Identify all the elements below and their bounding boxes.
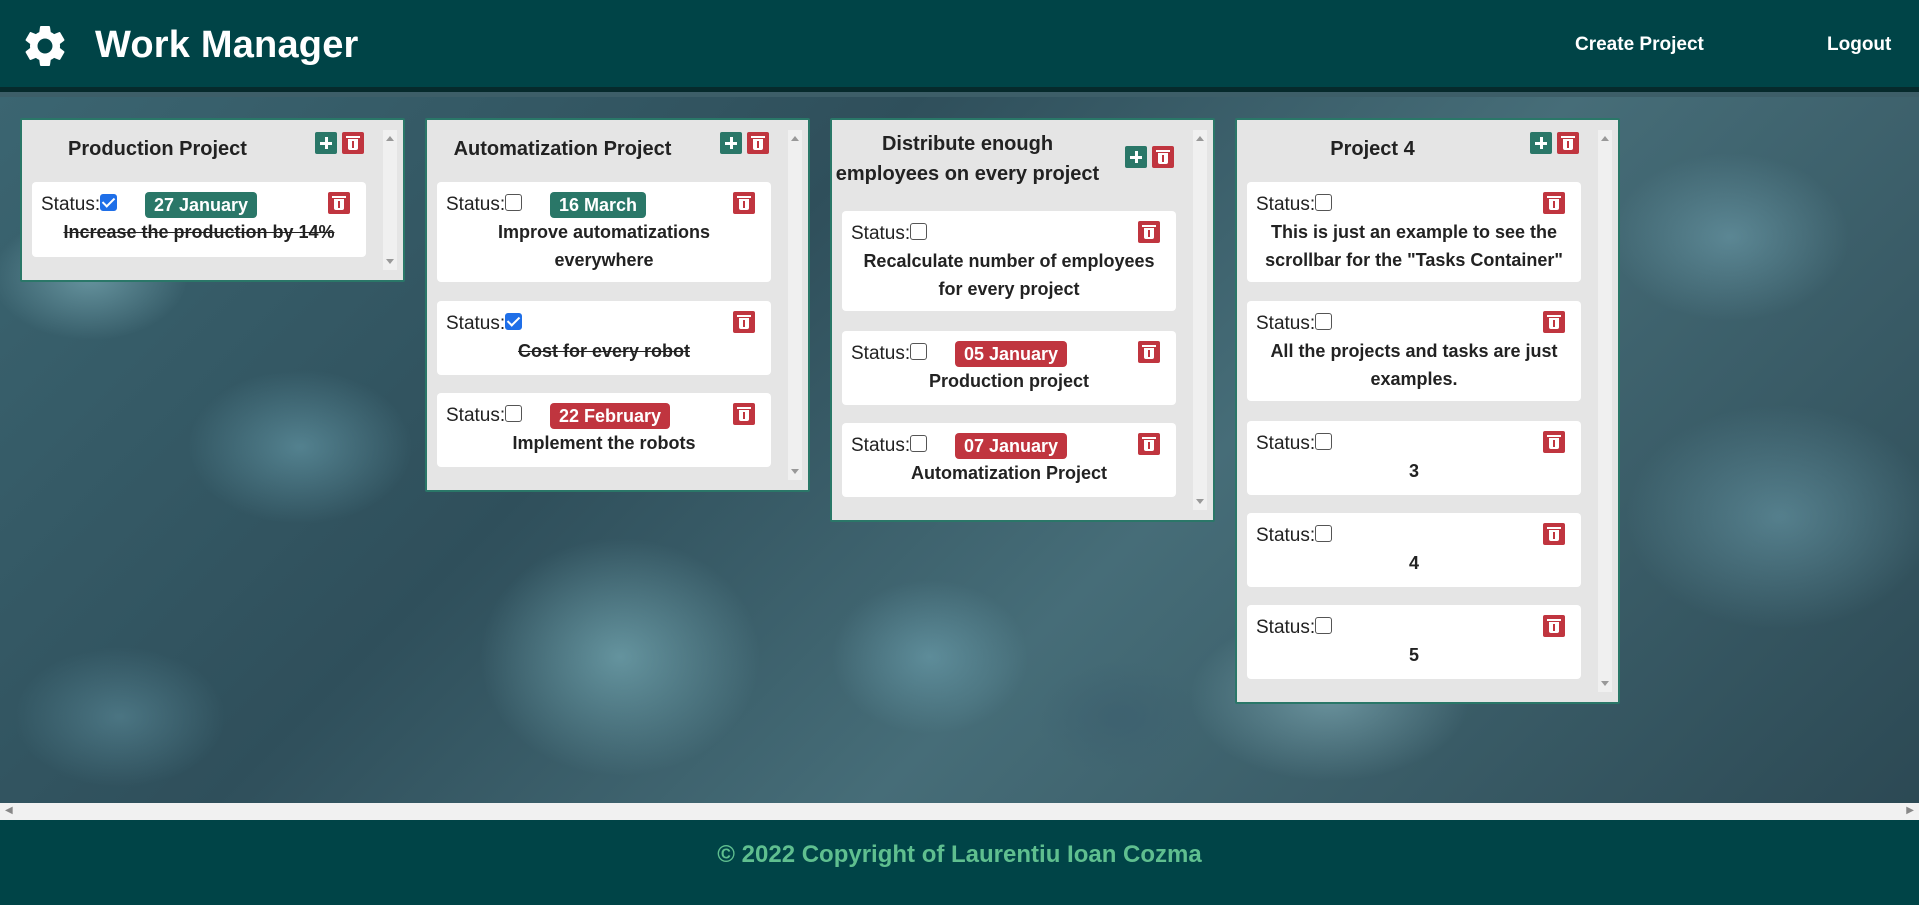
- add-task-button[interactable]: [315, 132, 337, 154]
- task-text: Automatization Project: [910, 463, 1107, 483]
- tasks-scrollbar[interactable]: [1193, 130, 1207, 510]
- task-text: 3: [1408, 461, 1419, 481]
- project-card: Automatization Project Status: 16 March …: [425, 118, 810, 492]
- task-status-label: Status:: [851, 343, 911, 364]
- project-title: Project 4: [1330, 138, 1415, 160]
- task-item: Status: All the projects and tasks are j…: [1247, 301, 1581, 401]
- task-item: Status: This is just an example to see t…: [1247, 182, 1581, 282]
- task-text: 5: [1408, 645, 1419, 665]
- task-status-label: Status:: [851, 435, 911, 456]
- project-card: Project 4 Status: This is just an exampl…: [1235, 118, 1620, 704]
- add-task-button[interactable]: [1125, 146, 1147, 168]
- task-status-label: Status:: [446, 313, 506, 334]
- task-status-label: Status:: [446, 405, 506, 426]
- delete-task-button[interactable]: [1543, 431, 1565, 453]
- task-item: Status: 05 January Production project: [842, 331, 1176, 405]
- add-task-button[interactable]: [720, 132, 742, 154]
- task-date-badge: 05 January: [955, 341, 1068, 367]
- task-text: Cost for every robot: [517, 341, 691, 361]
- task-status-checkbox[interactable]: [910, 343, 927, 360]
- task-status-checkbox[interactable]: [100, 194, 117, 211]
- task-status-checkbox[interactable]: [505, 194, 522, 211]
- task-status-checkbox[interactable]: [505, 405, 522, 422]
- task-status-checkbox[interactable]: [1315, 525, 1332, 542]
- task-item: Status: 4: [1247, 513, 1581, 587]
- project-title: Distribute enough employees on every pro…: [835, 133, 1100, 185]
- task-status-checkbox[interactable]: [910, 435, 927, 452]
- task-item: Status: 27 January Increase the producti…: [32, 182, 366, 257]
- delete-task-button[interactable]: [733, 403, 755, 425]
- task-text: Recalculate number of employees for ever…: [863, 251, 1155, 299]
- task-text: 4: [1408, 553, 1419, 573]
- task-status-checkbox[interactable]: [505, 313, 522, 330]
- navbar: Work Manager Create Project Logout: [0, 0, 1919, 92]
- task-status-label: Status:: [1256, 313, 1316, 334]
- horizontal-scrollbar[interactable]: ◀ ▶: [0, 803, 1919, 820]
- task-item: Status: Cost for every robot: [437, 301, 771, 375]
- delete-task-button[interactable]: [1138, 341, 1160, 363]
- task-item: Status: Recalculate number of employees …: [842, 211, 1176, 311]
- task-date-badge: 22 February: [550, 403, 671, 429]
- task-text: Implement the robots: [512, 433, 696, 453]
- delete-task-button[interactable]: [1543, 523, 1565, 545]
- task-status-checkbox[interactable]: [1315, 433, 1332, 450]
- task-text: All the projects and tasks are just exam…: [1270, 341, 1558, 389]
- delete-project-button[interactable]: [1152, 146, 1174, 168]
- task-text: This is just an example to see the scrol…: [1265, 222, 1563, 270]
- delete-task-button[interactable]: [733, 311, 755, 333]
- footer: © 2022 Copyright of Laurentiu Ioan Cozma: [0, 820, 1919, 905]
- task-text: Improve automatizations everywhere: [497, 222, 711, 270]
- tasks-scrollbar[interactable]: [1598, 130, 1612, 692]
- delete-project-button[interactable]: [1557, 132, 1579, 154]
- scroll-right-icon[interactable]: ▶: [1906, 805, 1914, 816]
- task-item: Status: 07 January Automatization Projec…: [842, 423, 1176, 497]
- delete-project-button[interactable]: [747, 132, 769, 154]
- task-status-label: Status:: [1256, 617, 1316, 638]
- task-status-label: Status:: [41, 194, 101, 215]
- delete-task-button[interactable]: [1138, 433, 1160, 455]
- copyright-text: © 2022 Copyright of Laurentiu Ioan Cozma: [717, 841, 1202, 868]
- tasks-scrollbar[interactable]: [788, 130, 802, 480]
- app-title[interactable]: Work Manager: [95, 24, 359, 67]
- project-card: Production Project Status: 27 January In…: [20, 118, 405, 282]
- task-item: Status: 22 February Implement the robots: [437, 393, 771, 467]
- task-status-checkbox[interactable]: [1315, 194, 1332, 211]
- task-status-checkbox[interactable]: [1315, 313, 1332, 330]
- delete-project-button[interactable]: [342, 132, 364, 154]
- scroll-left-icon[interactable]: ◀: [5, 805, 13, 816]
- task-item: Status: 3: [1247, 421, 1581, 495]
- task-date-badge: 16 March: [550, 192, 647, 218]
- task-status-checkbox[interactable]: [1315, 617, 1332, 634]
- task-status-checkbox[interactable]: [910, 223, 927, 240]
- delete-task-button[interactable]: [328, 192, 350, 214]
- delete-task-button[interactable]: [1543, 192, 1565, 214]
- task-item: Status: 16 March Improve automatizations…: [437, 182, 771, 282]
- project-card: Distribute enough employees on every pro…: [830, 118, 1215, 522]
- task-item: Status: 5: [1247, 605, 1581, 679]
- task-status-label: Status:: [446, 194, 506, 215]
- task-status-label: Status:: [1256, 194, 1316, 215]
- create-project-link[interactable]: Create Project: [1575, 34, 1704, 56]
- add-task-button[interactable]: [1530, 132, 1552, 154]
- delete-task-button[interactable]: [733, 192, 755, 214]
- project-title: Automatization Project: [453, 138, 672, 160]
- tasks-scrollbar[interactable]: [383, 130, 397, 270]
- task-status-label: Status:: [1256, 433, 1316, 454]
- task-text: Production project: [928, 371, 1089, 391]
- task-status-label: Status:: [851, 223, 911, 244]
- task-date-badge: 07 January: [955, 433, 1068, 459]
- project-title: Production Project: [68, 138, 247, 160]
- task-date-badge: 27 January: [145, 192, 258, 218]
- task-text: Increase the production by 14%: [63, 222, 335, 242]
- task-status-label: Status:: [1256, 525, 1316, 546]
- gear-icon: [25, 25, 65, 67]
- delete-task-button[interactable]: [1138, 221, 1160, 243]
- logout-link[interactable]: Logout: [1827, 34, 1891, 56]
- delete-task-button[interactable]: [1543, 311, 1565, 333]
- delete-task-button[interactable]: [1543, 615, 1565, 637]
